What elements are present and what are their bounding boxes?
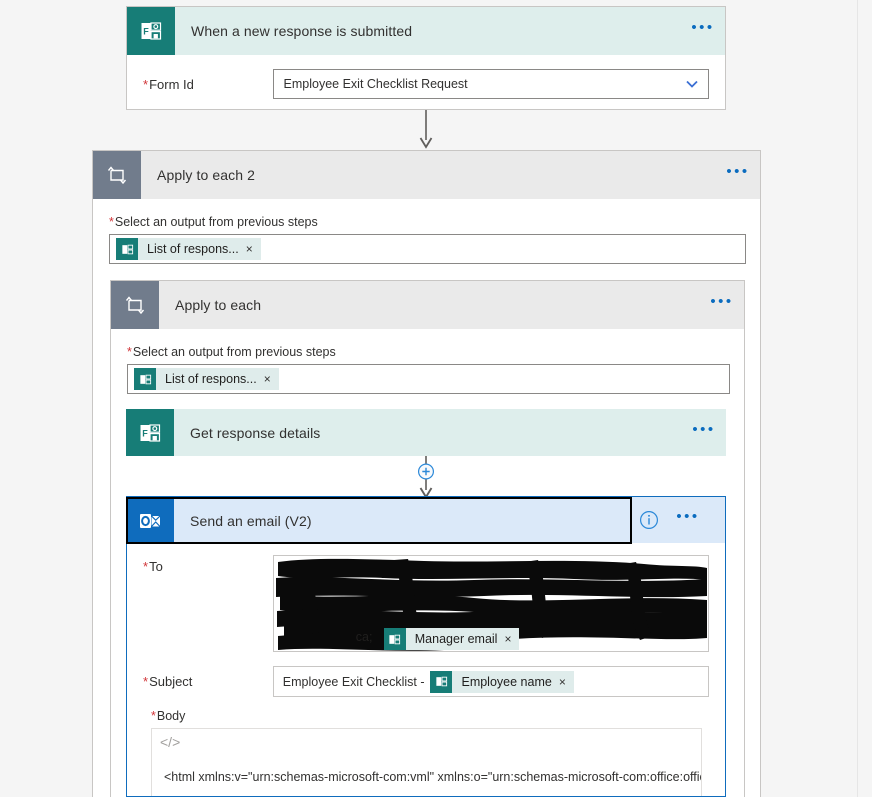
to-label: *To xyxy=(143,559,163,574)
microsoft-forms-icon xyxy=(383,628,406,650)
loop-inner-title: Apply to each xyxy=(175,297,262,313)
body-code-line: xmlns:w="urn:schemas-microsoft-com:offic… xyxy=(164,790,689,796)
svg-text:F: F xyxy=(142,428,148,438)
loop-inner-menu-button[interactable]: ••• xyxy=(700,281,744,329)
required-asterisk: * xyxy=(127,345,132,359)
get-response-menu-button[interactable]: ••• xyxy=(682,409,726,456)
vertical-scrollbar[interactable] xyxy=(857,0,872,797)
subject-input[interactable]: Employee Exit Checklist - Employee name … xyxy=(272,666,709,697)
flow-designer-canvas: F When a new response is submitted ••• *… xyxy=(0,0,872,797)
loop-inner-field-label: *Select an output from previous steps xyxy=(127,345,336,359)
send-email-header[interactable]: Send an email (V2) ••• xyxy=(126,496,726,544)
to-input[interactable]: ca; Manager email × xyxy=(272,555,709,652)
token-chip-list-of-responses[interactable]: List of respons... × xyxy=(116,238,261,260)
form-id-input[interactable]: Employee Exit Checklist Request xyxy=(272,69,709,99)
token-chip-label: Manager email xyxy=(414,632,498,646)
token-chip-list-of-responses[interactable]: List of respons... × xyxy=(134,368,279,390)
microsoft-forms-icon xyxy=(430,670,453,693)
trigger-card-title: When a new response is submitted xyxy=(191,23,413,39)
microsoft-forms-icon: F xyxy=(126,409,174,456)
svg-text:F: F xyxy=(143,27,149,37)
microsoft-forms-icon xyxy=(134,368,156,390)
token-remove-icon[interactable]: × xyxy=(246,242,261,256)
microsoft-forms-icon: F xyxy=(127,7,175,55)
required-asterisk: * xyxy=(143,674,149,689)
loop-outer-header[interactable]: Apply to each 2 ••• xyxy=(93,151,760,199)
loop-outer-token-input[interactable]: List of respons... × xyxy=(109,234,746,264)
loop-outer-body: *Select an output from previous steps Li… xyxy=(93,199,760,264)
loop-outer-title: Apply to each 2 xyxy=(157,167,256,183)
token-remove-icon[interactable]: × xyxy=(264,372,279,386)
action-card-get-response-details[interactable]: F Get response details ••• xyxy=(126,409,726,456)
token-chip-employee-name[interactable]: Employee name × xyxy=(430,670,574,693)
chevron-down-icon[interactable] xyxy=(684,76,700,92)
send-email-focus-region[interactable]: Send an email (V2) xyxy=(126,497,632,544)
loop-outer-menu-button[interactable]: ••• xyxy=(716,151,760,199)
token-chip-label: List of respons... xyxy=(147,242,239,256)
loop-inner-body: *Select an output from previous steps Li… xyxy=(111,329,744,394)
connector-with-add-step xyxy=(410,456,442,500)
subject-label: *Subject xyxy=(143,674,193,689)
token-chip-manager-email[interactable]: Manager email × xyxy=(383,628,520,650)
required-asterisk: * xyxy=(143,559,149,574)
code-icon: </> xyxy=(160,733,181,750)
token-chip-label: Employee name xyxy=(461,674,552,689)
apply-to-each-loop-icon xyxy=(111,281,159,329)
send-email-title: Send an email (V2) xyxy=(190,512,312,529)
subject-text: Employee Exit Checklist - xyxy=(282,674,425,689)
form-id-value: Employee Exit Checklist Request xyxy=(283,77,468,91)
connector-trigger-to-loop-outer xyxy=(418,110,434,150)
info-icon[interactable] xyxy=(632,497,666,543)
send-email-body: *To ca; Manager email × *Subject Employe… xyxy=(126,543,726,797)
to-visible-text: ca; xyxy=(355,630,373,644)
loop-inner-token-input[interactable]: List of respons... × xyxy=(127,364,730,394)
get-response-header[interactable]: F Get response details ••• xyxy=(126,409,726,456)
required-asterisk: * xyxy=(143,76,149,92)
body-code-view-toggle[interactable]: </> xyxy=(151,728,702,754)
send-email-menu-button[interactable]: ••• xyxy=(666,497,710,543)
token-remove-icon[interactable]: × xyxy=(559,675,574,689)
action-card-send-an-email-v2[interactable]: Send an email (V2) ••• *To ca; Manager e… xyxy=(126,496,726,797)
trigger-card-header[interactable]: F When a new response is submitted ••• xyxy=(127,7,725,55)
form-id-label: *Form Id xyxy=(143,76,194,92)
trigger-card-when-a-new-response-is-submitted[interactable]: F When a new response is submitted ••• *… xyxy=(126,6,726,110)
get-response-title: Get response details xyxy=(190,424,321,441)
required-asterisk: * xyxy=(151,709,156,723)
loop-inner-header[interactable]: Apply to each ••• xyxy=(111,281,744,329)
trigger-card-menu-button[interactable]: ••• xyxy=(681,7,725,55)
token-chip-label: List of respons... xyxy=(165,372,257,386)
required-asterisk: * xyxy=(109,215,114,229)
microsoft-forms-icon xyxy=(116,238,138,260)
body-code-editor[interactable]: <html xmlns:v="urn:schemas-microsoft-com… xyxy=(151,754,702,796)
body-label: *Body xyxy=(151,709,186,723)
body-code-line: <html xmlns:v="urn:schemas-microsoft-com… xyxy=(164,770,702,784)
apply-to-each-loop-icon xyxy=(93,151,141,199)
outlook-icon xyxy=(126,497,174,544)
trigger-card-body: *Form Id Employee Exit Checklist Request xyxy=(127,55,725,99)
loop-outer-field-label: *Select an output from previous steps xyxy=(109,215,318,229)
token-remove-icon[interactable]: × xyxy=(504,632,519,646)
